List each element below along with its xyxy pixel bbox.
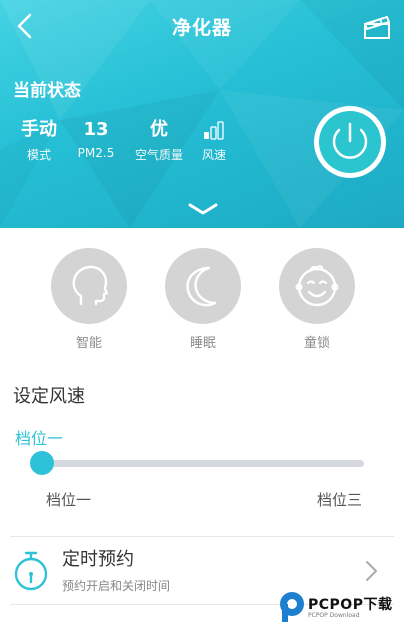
pm25-label: PM2.5 (77, 146, 115, 160)
fan-speed-stat: 风速 (197, 118, 231, 163)
power-icon (314, 106, 386, 178)
fan-speed-slider[interactable] (30, 460, 364, 467)
watermark-subtext: PCPOP Download (308, 612, 360, 619)
mode-stat: 手动 模式 (18, 118, 60, 163)
timer-subtitle: 预约开启和关闭时间 (62, 579, 171, 593)
mode-buttons: 智能 睡眠 童锁 (0, 248, 404, 358)
slider-max-label: 档位三 (316, 491, 362, 509)
fan-setting-current: 档位一 (15, 429, 64, 448)
chevron-down-icon (188, 203, 218, 215)
mode-sleep-label: 睡眠 (189, 336, 216, 351)
signal-bars-icon (204, 121, 224, 140)
fan-speed-indicator (197, 118, 231, 142)
divider (10, 536, 394, 537)
chevron-right-icon (366, 561, 377, 581)
mode-child-lock[interactable]: 童锁 (277, 248, 357, 351)
moon-icon (186, 266, 217, 307)
status-heading: 当前状态 (13, 81, 81, 101)
top-bar: 净化器 (0, 0, 404, 52)
mode-smart[interactable]: 智能 (49, 248, 129, 351)
mode-child-lock-label: 童锁 (303, 336, 330, 351)
expand-button[interactable] (186, 200, 220, 218)
stopwatch-icon (14, 551, 48, 591)
clapperboard-icon (364, 16, 390, 39)
mode-sleep-circle (165, 248, 241, 324)
air-quality-stat: 优 空气质量 (128, 118, 190, 163)
mode-smart-circle (51, 248, 127, 324)
pm25-stat: 13 PM2.5 (73, 118, 119, 160)
fan-setting-title: 设定风速 (13, 386, 85, 407)
pm25-value: 13 (83, 119, 109, 140)
air-quality-label: 空气质量 (134, 148, 183, 162)
mode-sleep[interactable]: 睡眠 (163, 248, 243, 351)
status-panel: 净化器 当前状态 手动 模式 13 PM2.5 优 空气质量 风速 (0, 0, 404, 228)
baby-face-icon (295, 265, 339, 307)
mode-child-lock-circle (279, 248, 355, 324)
watermark-text: PCPOP下载 (308, 597, 393, 613)
page-title: 净化器 (171, 17, 232, 39)
slider-min-label: 档位一 (46, 491, 92, 509)
mode-value: 手动 (21, 119, 57, 140)
menu-button[interactable] (362, 12, 392, 42)
fan-speed-label: 风速 (201, 148, 226, 162)
watermark-logo-icon (280, 592, 304, 622)
power-button[interactable] (312, 104, 388, 180)
head-icon (72, 265, 109, 306)
mode-smart-label: 智能 (75, 336, 102, 351)
air-quality-value: 优 (150, 119, 168, 140)
timer-title: 定时预约 (62, 549, 134, 570)
watermark: PCPOP下载 PCPOP Download (278, 590, 402, 624)
slider-thumb[interactable] (30, 451, 54, 475)
mode-label: 模式 (26, 148, 51, 162)
